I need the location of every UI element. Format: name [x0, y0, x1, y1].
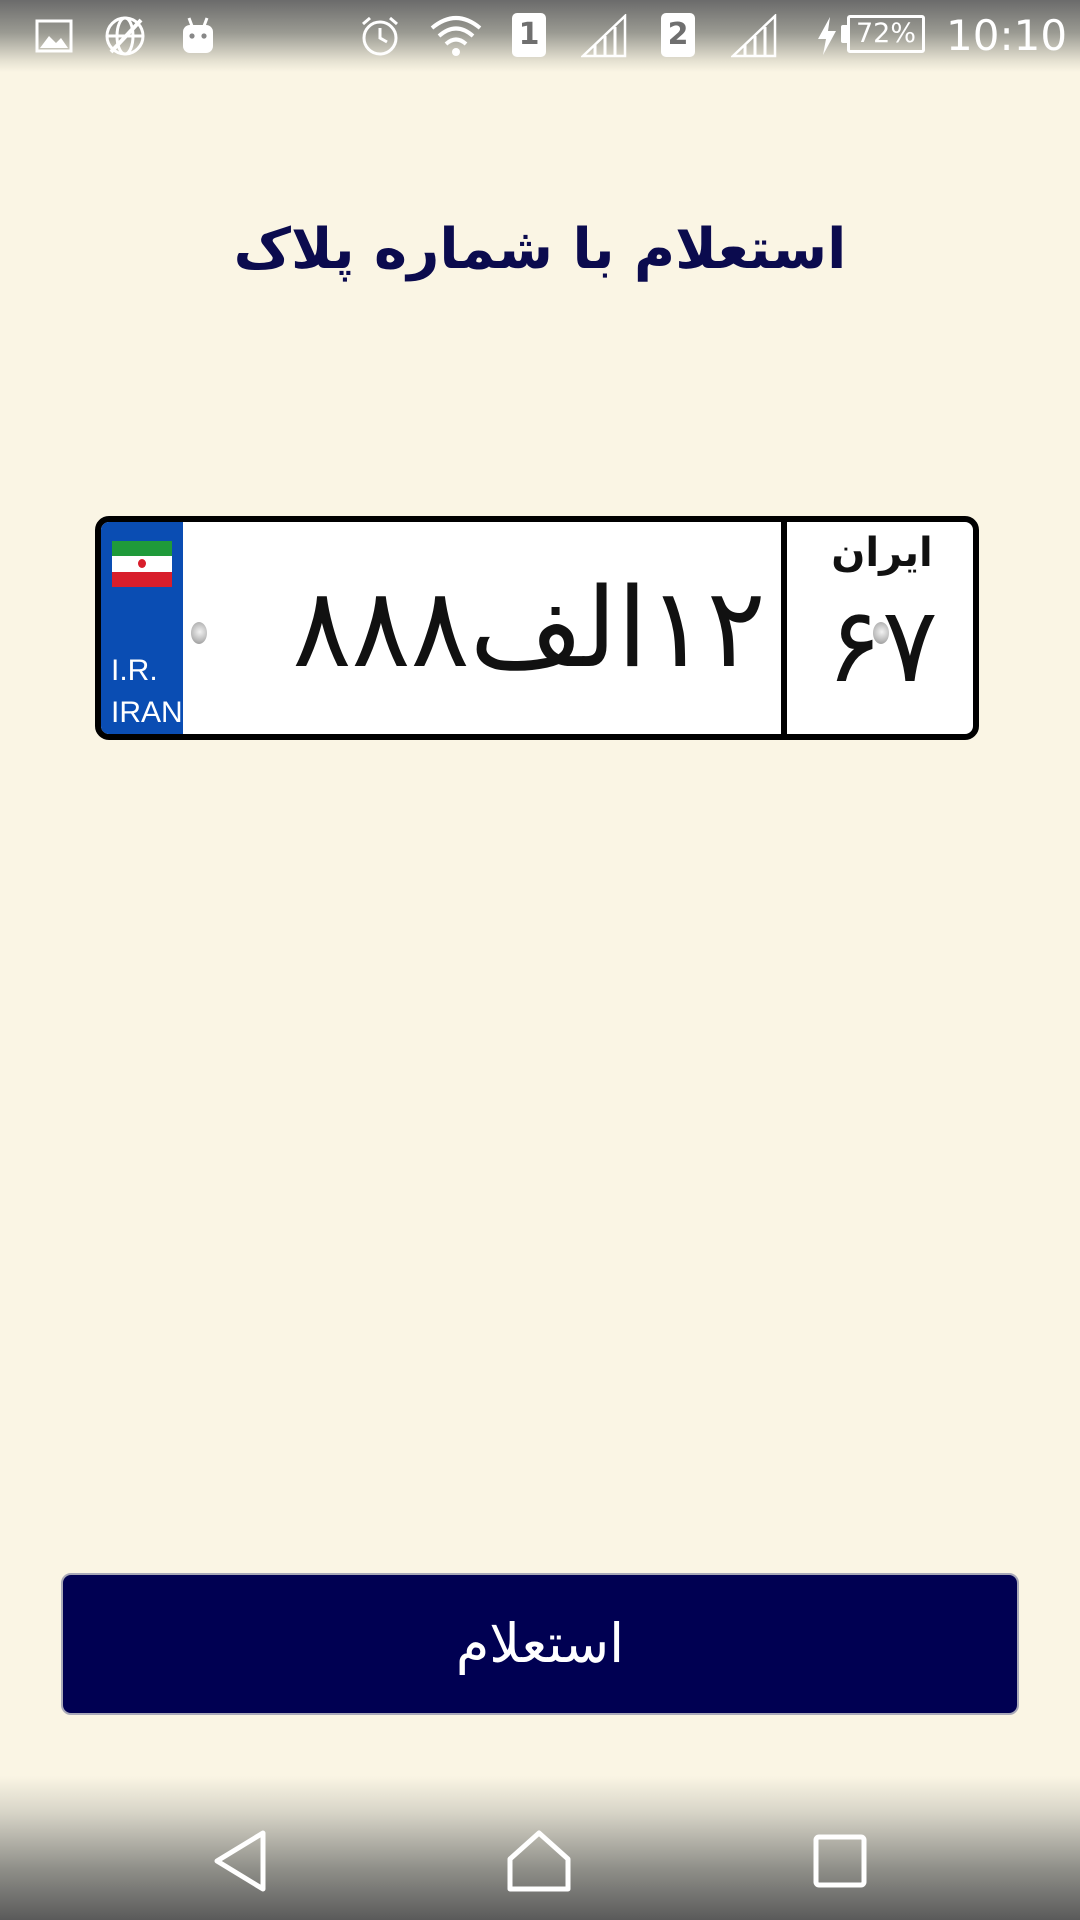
signal-icon [730, 12, 778, 60]
signal-icon [580, 12, 628, 60]
status-clock: 10:10 [946, 11, 1068, 60]
plate-country-line1: I.R. [111, 654, 158, 687]
inquiry-submit-button[interactable]: استعلام [61, 1573, 1019, 1715]
plate-divider [781, 522, 787, 734]
plate-screw-icon [873, 622, 889, 644]
sim1-badge: 1 [512, 13, 546, 57]
status-bar: 1 2 72% 10:10 [0, 0, 1080, 72]
recents-icon[interactable] [795, 1816, 885, 1906]
license-plate[interactable]: I.R. IRAN ۱۲الف۸۸۸ ایران ۶۷ [95, 516, 979, 740]
alarm-icon [358, 12, 402, 60]
plate-region-code[interactable]: ۶۷ [791, 570, 973, 720]
plate-number[interactable]: ۱۲الف۸۸۸ [189, 522, 869, 734]
charging-icon [814, 12, 840, 60]
plate-country-code: I.R. IRAN [111, 650, 183, 734]
back-icon[interactable] [196, 1816, 286, 1906]
plate-country-band: I.R. IRAN [101, 522, 183, 734]
gallery-icon [34, 12, 74, 60]
page-title: استعلام با شماره پلاک [233, 217, 847, 282]
home-icon[interactable] [494, 1816, 584, 1906]
wifi-icon [428, 12, 484, 60]
plate-country-line2: IRAN [111, 696, 183, 729]
battery-indicator: 72% [847, 15, 925, 53]
sim2-badge: 2 [661, 13, 695, 57]
navigation-bar [0, 1776, 1080, 1920]
iran-flag-icon [112, 541, 172, 587]
android-bot-icon [178, 12, 218, 60]
vpn-globe-icon [103, 12, 147, 60]
